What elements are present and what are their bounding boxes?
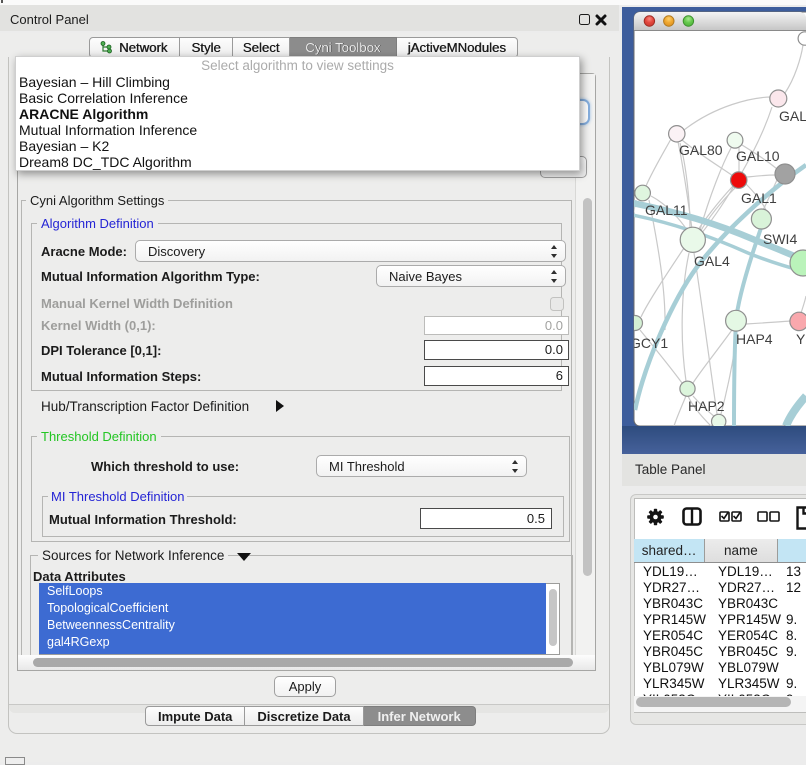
svg-text:Y: Y [796,331,806,347]
svg-text:GCY1: GCY1 [630,335,668,351]
svg-text:GAL80: GAL80 [679,142,723,158]
svg-text:SWI4: SWI4 [763,231,797,247]
svg-text:GAL4: GAL4 [694,253,730,269]
svg-text:GAL7: GAL7 [779,108,806,124]
svg-text:GAL11: GAL11 [645,202,688,218]
svg-text:HAP4: HAP4 [736,331,773,347]
svg-text:HAP2: HAP2 [688,398,725,414]
svg-text:GAL1: GAL1 [741,190,777,206]
svg-text:GAL10: GAL10 [736,148,780,164]
